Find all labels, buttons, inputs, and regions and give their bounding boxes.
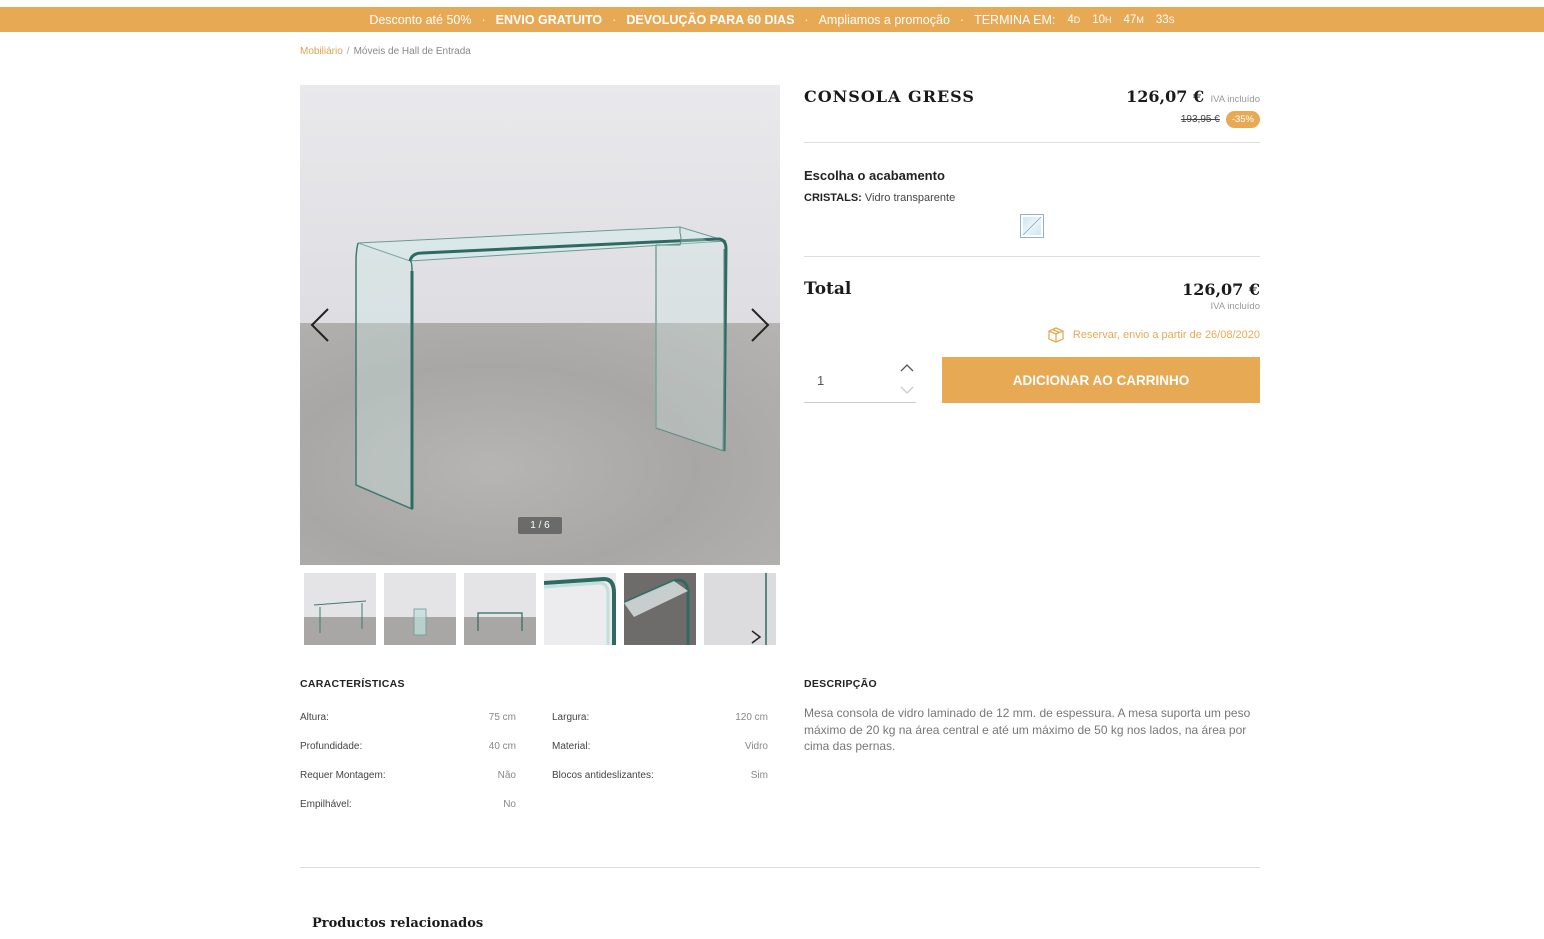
countdown-seconds: 33S (1155, 13, 1175, 26)
breadcrumb-parent-link[interactable]: Mobiliário (300, 46, 343, 57)
description-text: Mesa consola de vidro laminado de 12 mm.… (804, 706, 1251, 753)
chevron-up-icon[interactable] (900, 363, 914, 373)
discount-badge: -35% (1225, 111, 1260, 128)
description-title: DESCRIPÇÃO (804, 678, 878, 690)
promo-separator: · (959, 12, 965, 27)
spec-value: Não (497, 770, 516, 781)
spec-value: 120 cm (735, 712, 768, 723)
countdown-days: 4D (1067, 13, 1081, 26)
related-products-title: Productos relacionados (312, 916, 484, 931)
promo-bar: Desconto até 50% · ENVIO GRATUITO · DEVO… (0, 7, 1544, 32)
spec-label: Requer Montagem: (300, 770, 386, 781)
chevron-down-icon[interactable] (900, 385, 914, 395)
divider (300, 867, 1260, 868)
product-gallery: 1 / 6 (300, 85, 780, 565)
reserve-shipping-note: Reservar, envio a partir de 26/08/2020 (1047, 326, 1260, 344)
product-price: 126,07 € IVA incluído (1126, 87, 1260, 107)
thumbnail-4[interactable] (544, 573, 616, 645)
promo-separator: · (612, 12, 617, 27)
spec-label: Altura: (300, 712, 329, 723)
price-vat-note: IVA incluído (1210, 94, 1260, 105)
price-amount: 126,07 € (1126, 87, 1205, 106)
spec-label: Largura: (552, 712, 590, 723)
countdown-hours: 10H (1092, 13, 1112, 26)
promo-separator: · (804, 12, 809, 27)
spec-label: Empilhável: (300, 799, 352, 810)
quantity-input[interactable]: 1 (817, 373, 824, 388)
divider (804, 142, 1260, 143)
breadcrumb: Mobiliário / Móveis de Hall de Entrada (300, 46, 471, 57)
spec-value: Sim (750, 770, 768, 781)
finish-selection: CRISTALS: Vidro transparente (804, 192, 955, 204)
gallery-counter: 1 / 6 (518, 517, 562, 534)
product-title: CONSOLA GRESS (804, 87, 975, 106)
thumbnail-strip (304, 573, 776, 645)
reserve-text: Reservar, envio a partir de 26/08/2020 (1072, 329, 1260, 341)
spec-label: Profundidade: (300, 741, 363, 752)
spec-value: No (503, 799, 516, 810)
spec-label: Material: (552, 741, 591, 752)
quantity-stepper: 1 (804, 357, 916, 403)
product-photo (355, 226, 728, 511)
spec-value: 40 cm (488, 741, 516, 752)
thumbnail-1[interactable] (304, 573, 376, 645)
promo-ends-label: TERMINA EM: (974, 12, 1056, 27)
gallery-prev-arrow-icon[interactable] (308, 307, 332, 343)
finish-swatch-glass[interactable] (1020, 214, 1044, 238)
finish-value: Vidro transparente (864, 192, 956, 204)
thumbnail-2[interactable] (384, 573, 456, 645)
breadcrumb-separator: / (346, 46, 350, 57)
promo-discount: Desconto até 50% (369, 12, 472, 27)
old-price: 193,95 € (1180, 114, 1220, 125)
total-label: Total (804, 279, 852, 299)
countdown-minutes: 47M (1123, 13, 1144, 26)
spec-value: 75 cm (488, 712, 516, 723)
total-amount: 126,07 € (1182, 280, 1260, 299)
box-icon (1048, 327, 1064, 343)
spec-value: Vidro (744, 741, 768, 752)
promo-separator: · (481, 12, 486, 27)
characteristics-title: CARACTERÍSTICAS (300, 678, 405, 690)
spec-label: Blocos antideslizantes: (552, 770, 654, 781)
finish-title: Escolha o acabamento (804, 168, 945, 183)
promo-shipping: ENVIO GRATUITO (495, 12, 603, 27)
total-vat-note: IVA incluído (1210, 301, 1260, 312)
thumbnail-5[interactable] (624, 573, 696, 645)
gallery-next-arrow-icon[interactable] (748, 307, 772, 343)
breadcrumb-current: Móveis de Hall de Entrada (353, 46, 471, 57)
promo-returns: DEVOLUÇÃO PARA 60 DIAS (626, 12, 795, 27)
old-price-row: 193,95 € -35% (1181, 111, 1260, 128)
divider (804, 256, 1260, 257)
thumbnail-3[interactable] (464, 573, 536, 645)
thumbnail-6[interactable] (704, 573, 776, 645)
add-to-cart-button[interactable]: ADICIONAR AO CARRINHO (942, 357, 1260, 403)
finish-label: CRISTALS: (804, 192, 862, 204)
promo-extended: Ampliamos a promoção (818, 12, 950, 27)
